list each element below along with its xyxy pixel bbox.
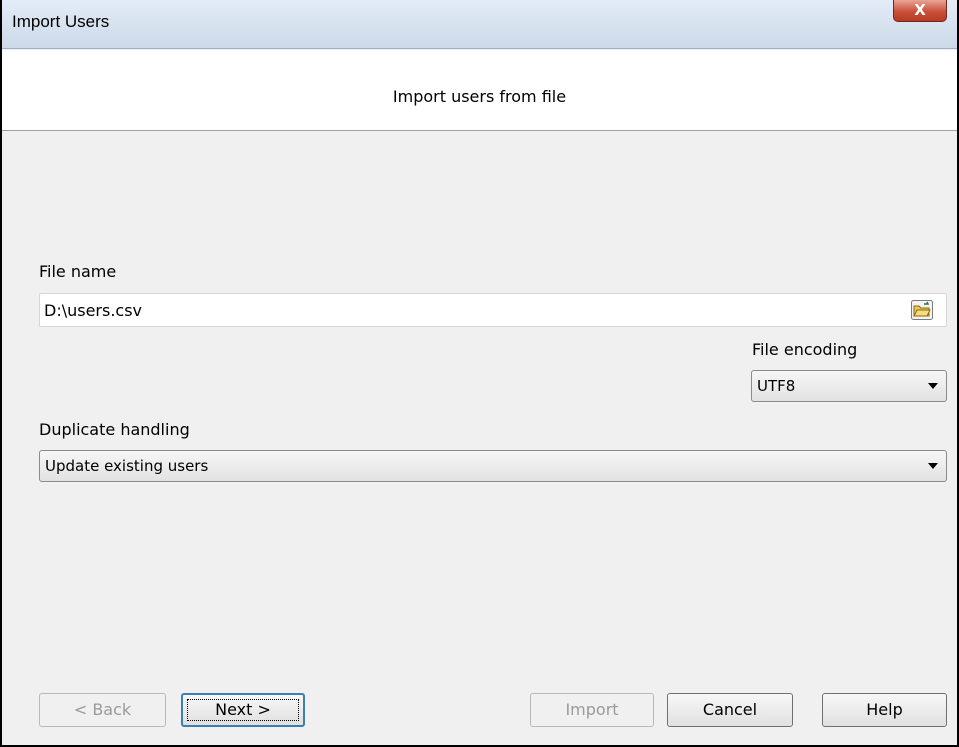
help-button[interactable]: Help bbox=[822, 693, 947, 727]
close-button[interactable]: X bbox=[893, 0, 947, 22]
cancel-button-label: Cancel bbox=[702, 700, 758, 719]
file-name-field[interactable]: D:\users.csv bbox=[39, 293, 947, 327]
import-button-label: Import bbox=[565, 700, 619, 719]
window-title: Import Users bbox=[12, 12, 110, 31]
file-encoding-select[interactable]: UTF8 bbox=[751, 370, 947, 402]
file-encoding-value: UTF8 bbox=[757, 377, 796, 395]
file-encoding-label: File encoding bbox=[752, 340, 858, 359]
title-bar[interactable]: Import Users X bbox=[2, 0, 957, 49]
file-name-label: File name bbox=[39, 262, 117, 281]
chevron-down-icon bbox=[928, 383, 938, 389]
next-button-label: Next > bbox=[215, 700, 271, 719]
back-button-label: < Back bbox=[73, 700, 132, 719]
import-button[interactable]: Import bbox=[530, 693, 654, 727]
folder-open-icon[interactable] bbox=[911, 300, 933, 320]
back-button[interactable]: < Back bbox=[39, 693, 166, 727]
duplicate-handling-label: Duplicate handling bbox=[39, 420, 190, 439]
wizard-header: Import users from file bbox=[2, 50, 957, 131]
import-users-dialog: Import Users X Import users from file Fi… bbox=[0, 0, 959, 747]
next-button[interactable]: Next > bbox=[181, 693, 305, 727]
file-name-value: D:\users.csv bbox=[44, 301, 143, 320]
close-icon: X bbox=[914, 1, 926, 19]
duplicate-handling-select[interactable]: Update existing users bbox=[39, 450, 947, 482]
help-button-label: Help bbox=[866, 700, 903, 719]
chevron-down-icon bbox=[928, 463, 938, 469]
duplicate-handling-value: Update existing users bbox=[45, 457, 209, 475]
wizard-step-title: Import users from file bbox=[392, 87, 567, 106]
cancel-button[interactable]: Cancel bbox=[667, 693, 793, 727]
